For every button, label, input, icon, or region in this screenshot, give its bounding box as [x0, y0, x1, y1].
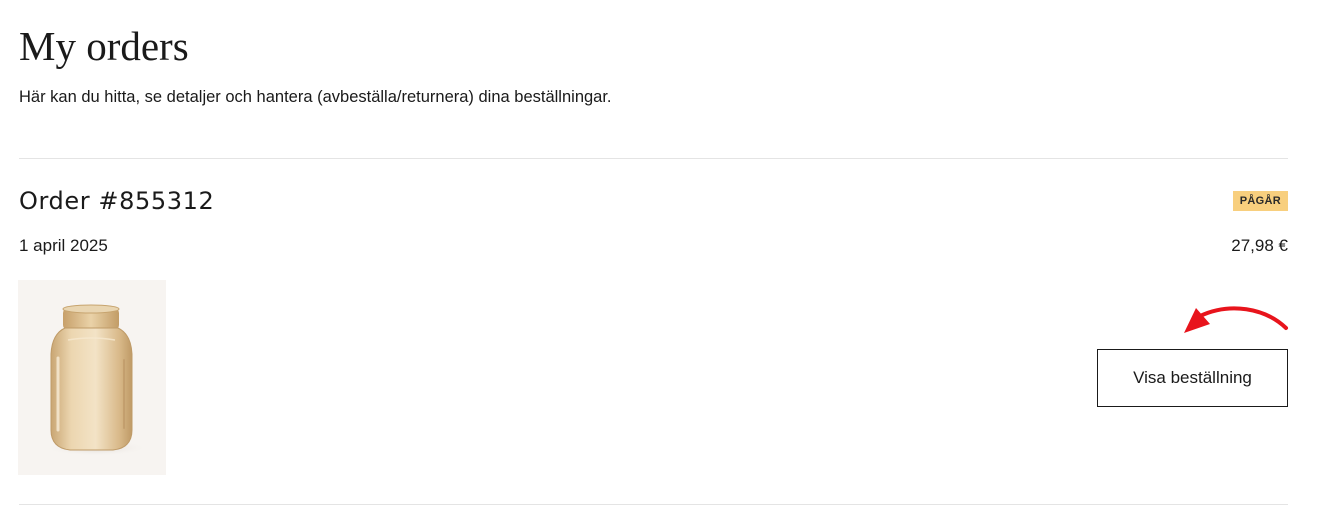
- status-badge: PÅGÅR: [1232, 191, 1288, 211]
- order-date: 1 april 2025: [19, 236, 108, 255]
- orders-page: My orders Här kan du hitta, se detaljer …: [0, 0, 1321, 526]
- page-title: My orders: [19, 23, 189, 69]
- view-order-button[interactable]: Visa beställning: [1097, 349, 1288, 407]
- curved-arrow-icon: [1184, 306, 1288, 333]
- product-thumbnail[interactable]: [18, 280, 166, 475]
- order-total: 27,98 €: [1231, 236, 1288, 255]
- page-subtitle: Här kan du hitta, se detaljer och hanter…: [19, 88, 612, 106]
- vase-image: [44, 304, 148, 456]
- order-number: Order #855312: [19, 187, 215, 215]
- divider: [19, 158, 1288, 159]
- divider: [19, 504, 1288, 505]
